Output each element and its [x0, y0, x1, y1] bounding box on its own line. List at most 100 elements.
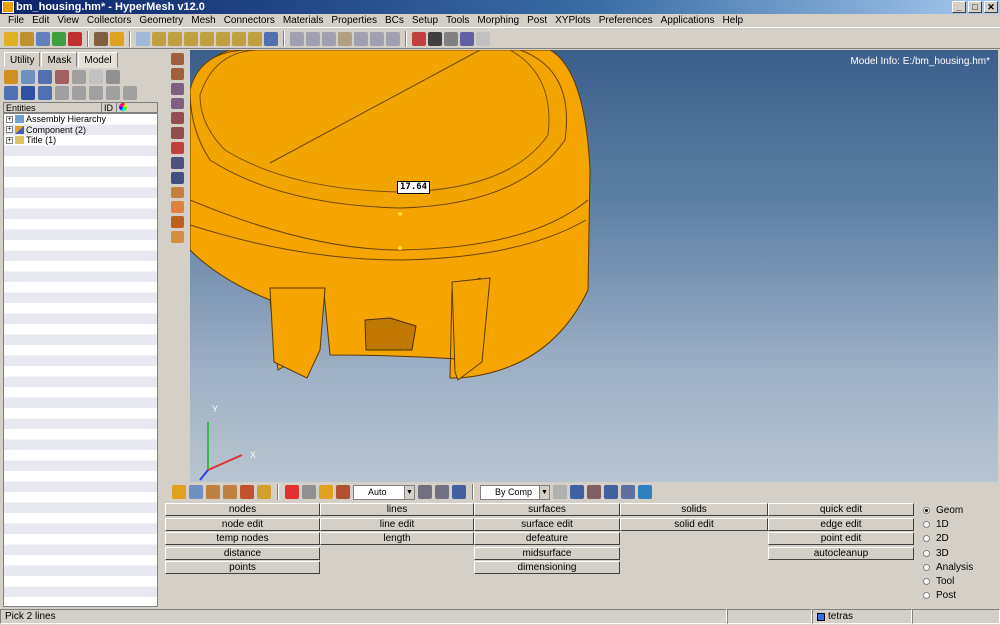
- tree-item-title[interactable]: + Title (1): [4, 135, 157, 146]
- temp-nodes-button[interactable]: temp nodes: [165, 532, 320, 545]
- unhide-icon[interactable]: [319, 485, 333, 499]
- view-bottom-icon[interactable]: [200, 31, 214, 46]
- expand-icon[interactable]: +: [6, 126, 13, 134]
- page-radio-analysis[interactable]: Analysis: [920, 560, 998, 574]
- page-radio-geom[interactable]: Geom: [920, 503, 998, 517]
- unmask-icon[interactable]: [223, 485, 237, 499]
- import-icon[interactable]: [52, 31, 66, 46]
- menu-edit[interactable]: Edit: [28, 14, 53, 28]
- menu-applications[interactable]: Applications: [657, 14, 719, 28]
- menu-properties[interactable]: Properties: [327, 14, 381, 28]
- menu-tools[interactable]: Tools: [442, 14, 473, 28]
- tree-item-assembly-hierarchy[interactable]: + Assembly Hierarchy: [4, 114, 157, 125]
- pan-icon[interactable]: [322, 31, 336, 46]
- wireframe-icon[interactable]: [38, 86, 52, 100]
- isolate-icon[interactable]: [72, 86, 86, 100]
- clip-icon[interactable]: [444, 31, 458, 46]
- hide-icon[interactable]: [302, 485, 316, 499]
- menu-bcs[interactable]: BCs: [381, 14, 408, 28]
- display-filter-icon[interactable]: [240, 485, 254, 499]
- dropdown-arrow-icon[interactable]: ▼: [539, 485, 549, 499]
- node-edit-button[interactable]: node edit: [165, 517, 320, 531]
- wireframe-mode-icon[interactable]: [553, 485, 567, 499]
- save-model-icon[interactable]: [36, 31, 50, 46]
- view-save-icon[interactable]: [264, 31, 278, 46]
- radio-icon[interactable]: [923, 535, 930, 543]
- view-front-icon[interactable]: [152, 31, 166, 46]
- menu-connectors[interactable]: Connectors: [220, 14, 279, 28]
- assembly-view-icon[interactable]: [21, 70, 35, 84]
- pointer-icon[interactable]: [55, 86, 69, 100]
- open-model-icon[interactable]: [20, 31, 34, 46]
- menu-morphing[interactable]: Morphing: [473, 14, 523, 28]
- view-top-icon[interactable]: [184, 31, 198, 46]
- label-clear-icon[interactable]: [170, 216, 184, 229]
- material-view-icon[interactable]: [38, 70, 52, 84]
- entity-filter-icon[interactable]: [257, 485, 271, 499]
- export-icon[interactable]: [68, 31, 82, 46]
- image-icon[interactable]: [170, 231, 184, 243]
- radio-icon[interactable]: [923, 563, 930, 571]
- distance-button[interactable]: distance: [165, 546, 320, 560]
- menu-geometry[interactable]: Geometry: [135, 14, 187, 28]
- lines-button[interactable]: lines: [320, 503, 474, 516]
- quick-edit-button[interactable]: quick edit: [768, 503, 914, 516]
- menu-setup[interactable]: Setup: [408, 14, 442, 28]
- view-right-icon[interactable]: [232, 31, 246, 46]
- current-component[interactable]: tetras: [812, 609, 912, 624]
- display-all-icon[interactable]: [170, 127, 184, 140]
- find-icon[interactable]: [206, 485, 220, 499]
- menu-help[interactable]: Help: [719, 14, 748, 28]
- radio-icon[interactable]: [923, 520, 930, 528]
- page-radio-1d[interactable]: 1D: [920, 517, 998, 531]
- menu-xyplots[interactable]: XYPlots: [551, 14, 595, 28]
- by-assembly-icon[interactable]: [170, 67, 184, 80]
- lighting-icon[interactable]: [418, 485, 432, 499]
- rotate-icon[interactable]: [136, 31, 150, 46]
- by-mat-icon[interactable]: [170, 112, 184, 125]
- expand-icon[interactable]: +: [6, 136, 13, 144]
- length-button[interactable]: length: [320, 532, 474, 545]
- radio-icon[interactable]: [923, 549, 930, 557]
- menu-mesh[interactable]: Mesh: [187, 14, 219, 28]
- midsurface-button[interactable]: midsurface: [474, 546, 620, 560]
- property-view-icon[interactable]: [55, 70, 69, 84]
- radio-icon[interactable]: [923, 592, 930, 600]
- solid-mode-icon[interactable]: [570, 485, 584, 499]
- zoom-in-icon[interactable]: [386, 31, 400, 46]
- entities-column-header[interactable]: Entities: [4, 103, 102, 113]
- radio-selected-icon[interactable]: [923, 506, 930, 514]
- numbering-icon[interactable]: [170, 171, 184, 184]
- shading-icon[interactable]: [435, 485, 449, 499]
- surfaces-button[interactable]: surfaces: [474, 503, 620, 516]
- center-icon[interactable]: [370, 31, 384, 46]
- zoom-window-icon[interactable]: [306, 31, 320, 46]
- measure-icon[interactable]: [428, 31, 442, 46]
- menu-file[interactable]: File: [4, 14, 28, 28]
- label-icon[interactable]: [170, 186, 184, 199]
- hide-icon[interactable]: [106, 86, 120, 100]
- expand-icon[interactable]: [4, 86, 18, 100]
- view-left-icon[interactable]: [216, 31, 230, 46]
- filter-view-icon[interactable]: [106, 70, 120, 84]
- disabled-view-icon[interactable]: [89, 70, 103, 84]
- dropdown-arrow-icon[interactable]: ▼: [404, 485, 414, 499]
- solids-button[interactable]: solids: [620, 503, 768, 516]
- gear-icon[interactable]: [460, 31, 474, 46]
- include-view-icon[interactable]: [72, 70, 86, 84]
- menu-collectors[interactable]: Collectors: [83, 14, 135, 28]
- tab-utility[interactable]: Utility: [4, 52, 41, 67]
- dimensioning-button[interactable]: dimensioning: [474, 561, 620, 574]
- display-mode-select[interactable]: Auto ▼: [353, 484, 415, 500]
- graphics-viewport[interactable]: Model Info: E:/bm_housing.hm* 17.64 Y X: [190, 50, 998, 482]
- line-edit-button[interactable]: line edit: [320, 517, 474, 531]
- comp-display-icon[interactable]: [172, 485, 186, 499]
- id-column-header[interactable]: ID: [102, 103, 117, 113]
- menu-post[interactable]: Post: [523, 14, 551, 28]
- label-abc-icon[interactable]: [170, 201, 184, 214]
- reverse-display-icon[interactable]: [170, 156, 184, 169]
- by-comp-icon[interactable]: [170, 53, 184, 65]
- view-back-icon[interactable]: [168, 31, 182, 46]
- minimize-button[interactable]: _: [952, 1, 966, 13]
- tree-item-component[interactable]: + Component (2): [4, 125, 157, 136]
